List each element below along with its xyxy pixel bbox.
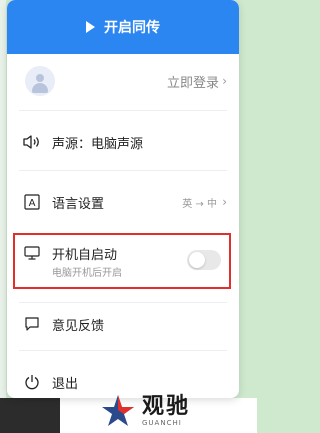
autostart-sublabel: 电脑开机后开启 (52, 268, 122, 279)
divider (19, 302, 227, 303)
login-link[interactable]: 立即登录 (167, 72, 219, 91)
menu-panel: 开启同传 立即登录 › 声源：电脑声源 A 语言设置 英 → 中 › 开机自启动… (7, 0, 239, 398)
background-edge (0, 0, 6, 433)
svg-text:A: A (29, 198, 36, 209)
start-sync-button[interactable]: 开启同传 (7, 0, 239, 54)
login-row[interactable]: 立即登录 › (7, 64, 239, 98)
divider (19, 350, 227, 351)
autostart-toggle[interactable] (187, 250, 221, 270)
toggle-knob (189, 252, 205, 268)
language-row[interactable]: A 语言设置 英 → 中 › (7, 190, 239, 214)
sound-source-label: 声源：电脑声源 (52, 136, 144, 152)
language-value: 英 → 中 (182, 198, 217, 210)
feedback-label: 意见反馈 (52, 318, 105, 334)
sound-source-row[interactable]: 声源：电脑声源 (7, 130, 239, 154)
divider (19, 170, 227, 171)
start-sync-label: 开启同传 (104, 20, 160, 36)
watermark-brand: 观驰 (142, 393, 191, 419)
chat-bubble-icon (23, 315, 41, 333)
feedback-row[interactable]: 意见反馈 (7, 312, 239, 336)
letter-a-icon: A (23, 193, 41, 211)
divider (19, 110, 227, 111)
chevron-right-icon: › (222, 195, 227, 209)
watermark-sub: GUANCHI (142, 418, 182, 427)
logout-label: 退出 (52, 376, 79, 392)
star-logo-icon (102, 394, 134, 426)
watermark-logo: 观驰 GUANCHI (100, 388, 220, 433)
play-icon (86, 21, 95, 33)
speaker-icon (23, 133, 41, 151)
chevron-right-icon: › (222, 74, 227, 88)
monitor-icon (23, 244, 41, 262)
autostart-label: 开机自启动 (52, 247, 118, 263)
power-icon (23, 373, 41, 391)
language-label: 语言设置 (52, 196, 105, 212)
avatar (25, 66, 55, 96)
